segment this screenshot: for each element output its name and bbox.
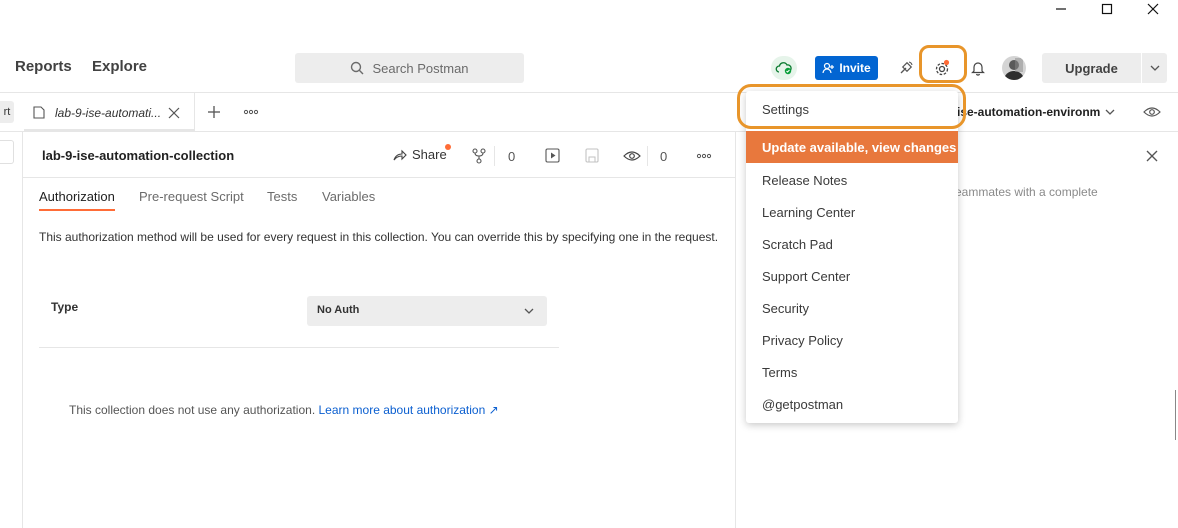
collection-header-divider (22, 177, 735, 178)
sync-status-button[interactable] (771, 56, 797, 80)
invite-label: Invite (839, 61, 871, 75)
menu-item-scratch-pad[interactable]: Scratch Pad (762, 237, 833, 252)
search-icon (351, 61, 364, 75)
tab-pre-request-script[interactable]: Pre-request Script (139, 189, 244, 204)
sidebar-partial-label: rt (3, 106, 11, 118)
minimize-icon (1056, 8, 1066, 10)
gear-icon (935, 59, 950, 76)
menu-item-terms[interactable]: Terms (762, 365, 797, 380)
upgrade-button[interactable]: Upgrade (1042, 53, 1141, 83)
active-tab-indicator (39, 209, 115, 211)
sidebar-partial-input[interactable] (0, 140, 14, 164)
nav-explore[interactable]: Explore (92, 58, 147, 75)
share-notification-dot (445, 144, 451, 150)
new-tab-plus-icon[interactable] (207, 105, 221, 119)
menu-item-security[interactable]: Security (762, 301, 809, 316)
share-icon (393, 149, 407, 160)
fork-separator (494, 146, 495, 166)
settings-button[interactable] (929, 56, 955, 80)
fork-count: 0 (508, 149, 516, 164)
tab-authorization[interactable]: Authorization (39, 189, 115, 204)
side-panel-text: eammates with a complete (955, 185, 1098, 199)
menu-item-getpostman[interactable]: @getpostman (762, 397, 843, 412)
auth-type-select[interactable]: No Auth (307, 296, 547, 326)
window-edge-marker (1175, 390, 1176, 440)
tab-more-icon[interactable] (243, 109, 259, 115)
close-panel-icon[interactable] (1146, 150, 1158, 162)
auth-footer: This collection does not use any authori… (69, 403, 499, 417)
menu-item-learning-center[interactable]: Learning Center (762, 205, 855, 220)
fork-icon[interactable] (472, 148, 486, 164)
share-button[interactable]: Share (393, 147, 447, 162)
collection-more-icon[interactable] (696, 153, 712, 159)
maximize-button[interactable] (1092, 0, 1122, 18)
notifications-button[interactable] (967, 56, 989, 80)
auth-description: This authorization method will be used f… (39, 230, 719, 244)
settings-menu: Settings Update available, view changes … (746, 91, 958, 423)
environment-chevron-icon[interactable] (1105, 109, 1115, 115)
avatar[interactable] (1002, 56, 1026, 80)
close-window-button[interactable] (1138, 0, 1168, 18)
run-collection-icon[interactable] (545, 148, 560, 163)
auth-type-divider (39, 347, 559, 348)
menu-item-support-center[interactable]: Support Center (762, 269, 850, 284)
environment-selector-label[interactable]: ise-automation-environm (957, 105, 1100, 119)
auth-type-label: Type (51, 300, 79, 314)
upgrade-label: Upgrade (1065, 60, 1118, 76)
share-label: Share (412, 147, 447, 162)
collection-title: lab-9-ise-automation-collection (42, 148, 235, 163)
auth-footer-text: This collection does not use any authori… (69, 403, 316, 417)
search-placeholder: Search Postman (372, 60, 469, 76)
tab-separator (194, 93, 195, 131)
tab-label: lab-9-ise-automati... (55, 106, 162, 120)
cloud-sync-icon (775, 62, 792, 75)
bell-icon (971, 62, 985, 76)
satellite-button[interactable] (895, 56, 917, 80)
menu-item-update-available[interactable]: Update available, view changes (746, 131, 958, 163)
collection-file-icon (33, 106, 45, 119)
tab-collection[interactable]: lab-9-ise-automati... (24, 93, 194, 131)
watch-count: 0 (660, 149, 668, 164)
nav-reports[interactable]: Reports (15, 58, 72, 75)
chevron-down-icon (1150, 65, 1159, 71)
search-input[interactable]: Search Postman (295, 53, 524, 83)
user-photo-icon (1004, 58, 1024, 80)
watch-eye-icon[interactable] (623, 149, 641, 163)
maximize-icon (1101, 3, 1113, 15)
invite-button[interactable]: Invite (815, 56, 878, 80)
sidebar-divider (22, 131, 23, 528)
minimize-button[interactable] (1046, 0, 1076, 18)
tab-tests[interactable]: Tests (267, 189, 297, 204)
learn-more-link[interactable]: Learn more about authorization ↗ (319, 403, 499, 417)
sidebar-partial-button[interactable]: rt (0, 101, 14, 123)
watch-separator (647, 146, 648, 166)
close-icon (1147, 3, 1159, 15)
settings-highlight-ring (737, 84, 966, 129)
close-tab-icon[interactable] (168, 107, 180, 119)
tab-variables[interactable]: Variables (322, 189, 375, 204)
satellite-icon (900, 61, 913, 74)
save-icon[interactable] (585, 148, 599, 163)
environment-eye-icon[interactable] (1143, 105, 1161, 119)
upgrade-dropdown-button[interactable] (1142, 53, 1167, 83)
menu-item-release-notes[interactable]: Release Notes (762, 173, 847, 188)
auth-type-value: No Auth (317, 304, 360, 316)
chevron-down-icon (524, 308, 534, 314)
tabbar-divider (0, 131, 1178, 132)
menu-item-privacy-policy[interactable]: Privacy Policy (762, 333, 843, 348)
right-panel-divider (735, 131, 736, 528)
add-user-icon (822, 62, 835, 74)
